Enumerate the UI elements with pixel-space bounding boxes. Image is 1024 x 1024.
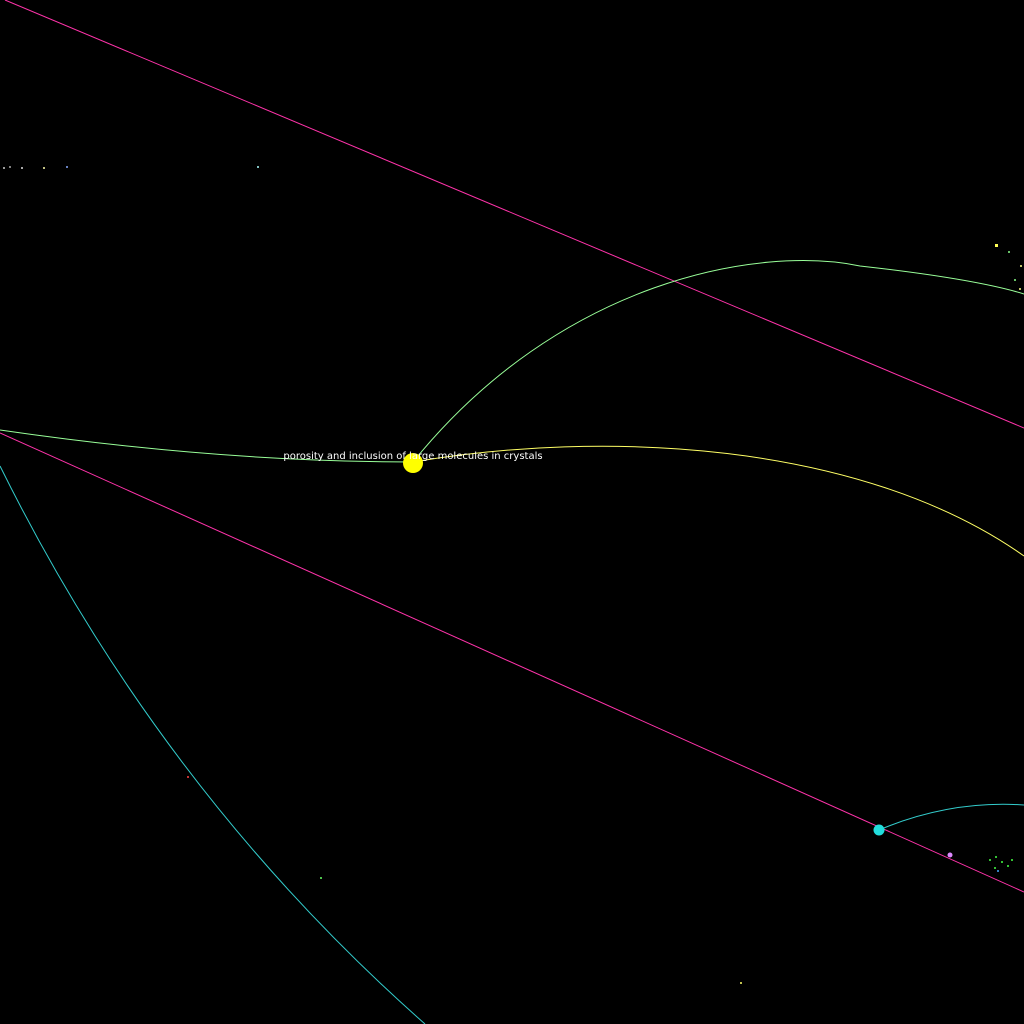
edge-cyan-left	[0, 465, 426, 1024]
dot-marker	[66, 166, 68, 168]
edge-green-arc	[412, 260, 1024, 463]
dot-marker	[1014, 279, 1016, 281]
dot-marker	[1019, 288, 1021, 290]
dot-marker	[994, 867, 996, 869]
dot-marker	[995, 856, 997, 858]
focus-node-label: porosity and inclusion of large molecule…	[283, 451, 542, 462]
edge-cyan-right	[878, 803, 1024, 831]
dot-marker	[43, 167, 45, 169]
dot-marker	[1008, 251, 1010, 253]
dot-marker	[21, 167, 23, 169]
dot-marker	[257, 166, 259, 168]
edge-yellow-right	[412, 445, 1024, 557]
dot-marker	[3, 167, 5, 169]
violet-node[interactable]	[947, 852, 953, 858]
edges-layer	[0, 0, 1024, 1024]
dot-marker	[995, 244, 998, 247]
dot-marker	[9, 166, 11, 168]
cyan-node[interactable]	[873, 824, 885, 836]
scatter-dots-layer	[3, 166, 1022, 984]
dot-marker	[1020, 265, 1022, 267]
dot-marker	[1011, 859, 1013, 861]
nodes-layer	[403, 453, 953, 858]
dot-marker	[187, 776, 189, 778]
dot-marker	[1001, 861, 1003, 863]
dot-marker	[989, 859, 991, 861]
edge-magenta-lower	[0, 432, 1024, 893]
graph-svg: porosity and inclusion of large molecule…	[0, 0, 1024, 1024]
graph-canvas[interactable]: porosity and inclusion of large molecule…	[0, 0, 1024, 1024]
dot-marker	[997, 870, 999, 872]
dot-marker	[320, 877, 322, 879]
dot-marker	[740, 982, 742, 984]
dot-marker	[1007, 865, 1009, 867]
